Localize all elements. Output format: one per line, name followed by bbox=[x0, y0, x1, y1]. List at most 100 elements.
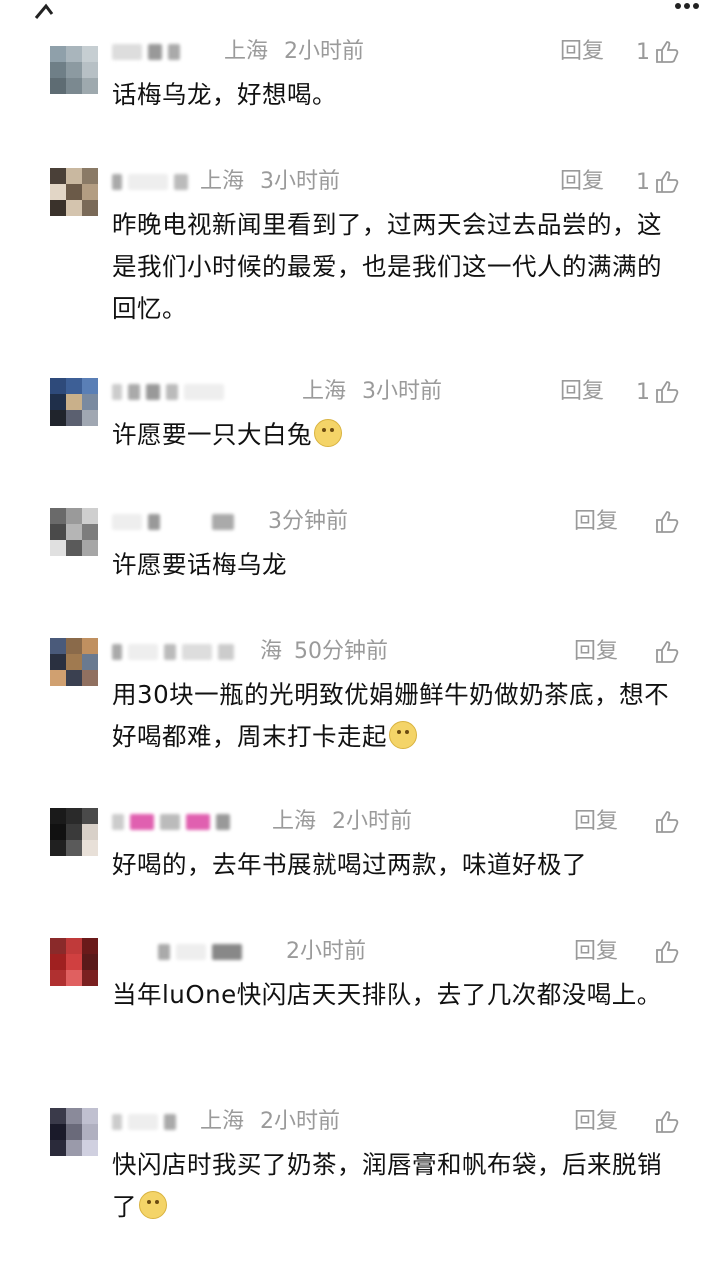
avatar-pixel bbox=[66, 1140, 82, 1156]
thumbs-up-icon bbox=[656, 381, 679, 403]
reply-button[interactable]: 回复 bbox=[574, 938, 618, 966]
user-name[interactable] bbox=[112, 508, 272, 536]
smile-emoji-icon bbox=[139, 1191, 167, 1219]
avatar-pixel bbox=[82, 46, 98, 62]
avatar-pixel bbox=[50, 78, 66, 94]
avatar-pixel bbox=[50, 954, 66, 970]
comment-location: 上海 bbox=[272, 809, 317, 834]
avatar[interactable] bbox=[50, 938, 98, 986]
like-button[interactable]: 1 bbox=[636, 168, 680, 196]
avatar-pixel bbox=[82, 954, 98, 970]
comment-item: 上海 2小时前 回复 好喝的，去年书展就喝过两款，味道好极了 bbox=[0, 808, 720, 938]
avatar-pixel bbox=[82, 808, 98, 824]
avatar-pixel bbox=[66, 954, 82, 970]
thumbs-up-icon bbox=[656, 811, 679, 833]
avatar-pixel bbox=[66, 184, 82, 200]
avatar-pixel bbox=[50, 1124, 66, 1140]
reply-button[interactable]: 回复 bbox=[574, 638, 618, 666]
comment-text: 许愿要话梅乌龙 bbox=[112, 550, 287, 579]
avatar-pixel bbox=[66, 168, 82, 184]
avatar[interactable] bbox=[50, 638, 98, 686]
avatar-pixel bbox=[66, 840, 82, 856]
comment-time: 2小时前 bbox=[260, 1109, 340, 1134]
comment-time: 3分钟前 bbox=[268, 509, 348, 534]
like-button[interactable] bbox=[654, 1108, 680, 1136]
avatar-pixel bbox=[82, 168, 98, 184]
comment-text: 话梅乌龙，好想喝。 bbox=[112, 80, 337, 109]
avatar-pixel bbox=[82, 938, 98, 954]
avatar[interactable] bbox=[50, 378, 98, 426]
avatar-pixel bbox=[50, 46, 66, 62]
user-name[interactable] bbox=[112, 378, 292, 406]
comment-text: 快闪店时我买了奶茶，润唇膏和帆布袋，后来脱销了 bbox=[112, 1144, 682, 1228]
like-button[interactable] bbox=[654, 508, 680, 536]
avatar-pixel bbox=[82, 508, 98, 524]
avatar-pixel bbox=[82, 524, 98, 540]
like-button[interactable] bbox=[654, 938, 680, 966]
avatar[interactable] bbox=[50, 168, 98, 216]
thumbs-up-icon bbox=[656, 941, 679, 963]
reply-button[interactable]: 回复 bbox=[560, 168, 604, 196]
reply-button[interactable]: 回复 bbox=[574, 1108, 618, 1136]
avatar[interactable] bbox=[50, 508, 98, 556]
avatar-pixel bbox=[50, 508, 66, 524]
avatar-pixel bbox=[82, 970, 98, 986]
like-button[interactable]: 1 bbox=[636, 378, 680, 406]
avatar-pixel bbox=[50, 638, 66, 654]
avatar-pixel bbox=[50, 1140, 66, 1156]
reply-button[interactable]: 回复 bbox=[574, 508, 618, 536]
avatar[interactable] bbox=[50, 1108, 98, 1156]
like-button[interactable]: 1 bbox=[636, 38, 680, 66]
user-name[interactable] bbox=[112, 808, 272, 836]
user-name[interactable] bbox=[112, 938, 282, 966]
avatar-pixel bbox=[50, 378, 66, 394]
reply-button[interactable]: 回复 bbox=[574, 808, 618, 836]
avatar-pixel bbox=[66, 670, 82, 686]
comment-time: 50分钟前 bbox=[294, 639, 388, 664]
comment-text-body: 快闪店时我买了奶茶，润唇膏和帆布袋，后来脱销了 bbox=[112, 1150, 662, 1221]
thumbs-up-icon bbox=[656, 511, 679, 533]
avatar-pixel bbox=[66, 1108, 82, 1124]
user-name[interactable] bbox=[112, 638, 262, 666]
comment-location: 上海 bbox=[200, 1109, 245, 1134]
avatar-pixel bbox=[50, 540, 66, 556]
reply-button[interactable]: 回复 bbox=[560, 38, 604, 66]
more-dots-icon[interactable] bbox=[672, 0, 702, 22]
avatar-pixel bbox=[66, 1124, 82, 1140]
avatar-pixel bbox=[50, 62, 66, 78]
avatar-pixel bbox=[50, 184, 66, 200]
avatar-pixel bbox=[82, 410, 98, 426]
avatar[interactable] bbox=[50, 808, 98, 856]
comment-location: 上海 bbox=[200, 169, 245, 194]
avatar-pixel bbox=[50, 200, 66, 216]
comment-location: 上海 bbox=[302, 379, 347, 404]
avatar-pixel bbox=[50, 808, 66, 824]
avatar-pixel bbox=[50, 938, 66, 954]
avatar-pixel bbox=[50, 670, 66, 686]
comment-text: 好喝的，去年书展就喝过两款，味道好极了 bbox=[112, 850, 587, 879]
back-arrow-icon[interactable] bbox=[32, 0, 62, 22]
thumbs-up-icon bbox=[656, 171, 679, 193]
user-name[interactable] bbox=[112, 1108, 202, 1136]
like-button[interactable] bbox=[654, 638, 680, 666]
reply-button[interactable]: 回复 bbox=[560, 378, 604, 406]
avatar-pixel bbox=[66, 654, 82, 670]
avatar-pixel bbox=[82, 62, 98, 78]
avatar-pixel bbox=[82, 1140, 98, 1156]
comment-item: 海 50分钟前 回复 用30块一瓶的光明致优娟姗鲜牛奶做奶茶底，想不好喝都难，周… bbox=[0, 638, 720, 768]
avatar-pixel bbox=[82, 394, 98, 410]
avatar-pixel bbox=[82, 638, 98, 654]
avatar-pixel bbox=[82, 824, 98, 840]
like-count: 1 bbox=[636, 379, 650, 405]
comment-text: 昨晚电视新闻里看到了，过两天会过去品尝的，这是我们小时候的最爱，也是我们这一代人… bbox=[112, 210, 662, 323]
avatar-pixel bbox=[82, 670, 98, 686]
avatar[interactable] bbox=[50, 46, 98, 94]
avatar-pixel bbox=[82, 200, 98, 216]
comment-text: 许愿要一只大白兔 bbox=[112, 414, 682, 456]
avatar-pixel bbox=[50, 410, 66, 426]
avatar-pixel bbox=[82, 78, 98, 94]
comment-text: 用30块一瓶的光明致优娟姗鲜牛奶做奶茶底，想不好喝都难，周末打卡走起 bbox=[112, 674, 682, 758]
like-button[interactable] bbox=[654, 808, 680, 836]
avatar-pixel bbox=[66, 62, 82, 78]
avatar-pixel bbox=[66, 200, 82, 216]
